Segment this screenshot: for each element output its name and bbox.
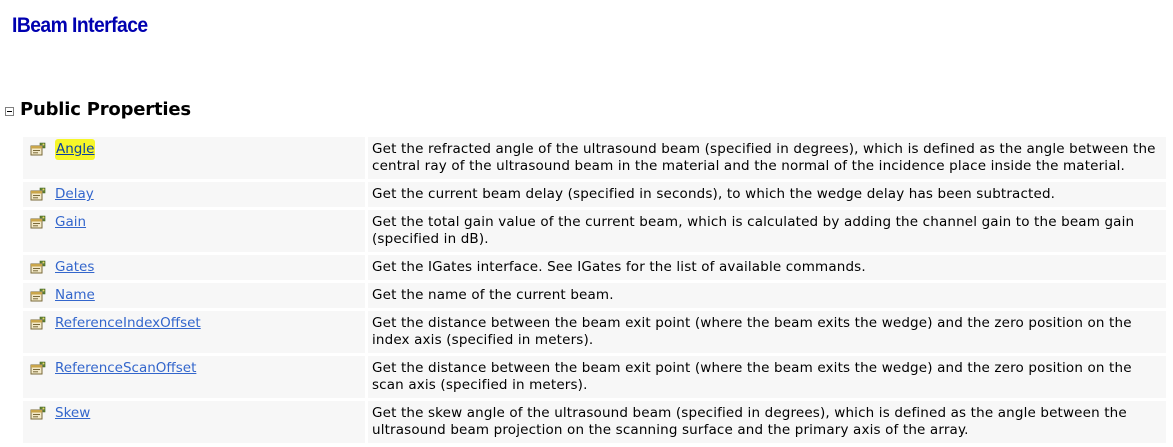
property-icon xyxy=(30,406,46,420)
property-row: Gates Get the IGates interface. See IGate… xyxy=(23,255,1166,280)
property-icon xyxy=(30,361,46,375)
property-link-gates[interactable]: Gates xyxy=(55,259,94,275)
property-row: Delay Get the current beam delay (specifi… xyxy=(23,182,1166,207)
property-link-referencescanoffset[interactable]: ReferenceScanOffset xyxy=(55,360,196,376)
property-description: Get the IGates interface. See IGates for… xyxy=(365,255,1166,280)
property-icon xyxy=(30,142,46,156)
property-name-cell: Gates xyxy=(23,255,365,280)
property-icon xyxy=(30,187,46,201)
collapse-minus-icon[interactable] xyxy=(5,106,14,116)
property-name-cell: ReferenceIndexOffset xyxy=(23,311,365,353)
property-link-skew[interactable]: Skew xyxy=(55,405,90,421)
property-icon xyxy=(30,260,46,274)
property-name-cell: Delay xyxy=(23,182,365,207)
property-row: Skew Get the skew angle of the ultrasound… xyxy=(23,401,1166,443)
properties-table: Angle Get the refracted angle of the ultr… xyxy=(23,134,1166,446)
section-title: Public Properties xyxy=(20,99,191,120)
property-description: Get the refracted angle of the ultrasoun… xyxy=(365,137,1166,179)
property-row: ReferenceIndexOffset Get the distance bet… xyxy=(23,311,1166,353)
property-name-cell: Name xyxy=(23,283,365,308)
property-link-gain[interactable]: Gain xyxy=(55,214,86,230)
page-title: IBeam Interface xyxy=(12,14,148,37)
property-row: Angle Get the refracted angle of the ultr… xyxy=(23,137,1166,179)
property-description: Get the skew angle of the ultrasound bea… xyxy=(365,401,1166,443)
property-row: Gain Get the total gain value of the curr… xyxy=(23,210,1166,252)
property-description: Get the distance between the beam exit p… xyxy=(365,356,1166,398)
property-link-name[interactable]: Name xyxy=(55,287,95,303)
property-name-cell: Gain xyxy=(23,210,365,252)
property-description: Get the distance between the beam exit p… xyxy=(365,311,1166,353)
property-description: Get the current beam delay (specified in… xyxy=(365,182,1166,207)
property-row: ReferenceScanOffset Get the distance betw… xyxy=(23,356,1166,398)
property-icon xyxy=(30,215,46,229)
property-link-angle[interactable]: Angle xyxy=(55,139,96,160)
property-description: Get the total gain value of the current … xyxy=(365,210,1166,252)
property-row: Name Get the name of the current beam. xyxy=(23,283,1166,308)
property-name-cell: Angle xyxy=(23,137,365,179)
section-header-public-properties[interactable]: Public Properties xyxy=(5,99,191,120)
properties-table-body: Angle Get the refracted angle of the ultr… xyxy=(23,137,1166,443)
property-name-cell: ReferenceScanOffset xyxy=(23,356,365,398)
property-name-cell: Skew xyxy=(23,401,365,443)
property-icon xyxy=(30,316,46,330)
property-link-delay[interactable]: Delay xyxy=(55,186,94,202)
property-icon xyxy=(30,288,46,302)
property-description: Get the name of the current beam. xyxy=(365,283,1166,308)
property-link-referenceindexoffset[interactable]: ReferenceIndexOffset xyxy=(55,315,201,331)
